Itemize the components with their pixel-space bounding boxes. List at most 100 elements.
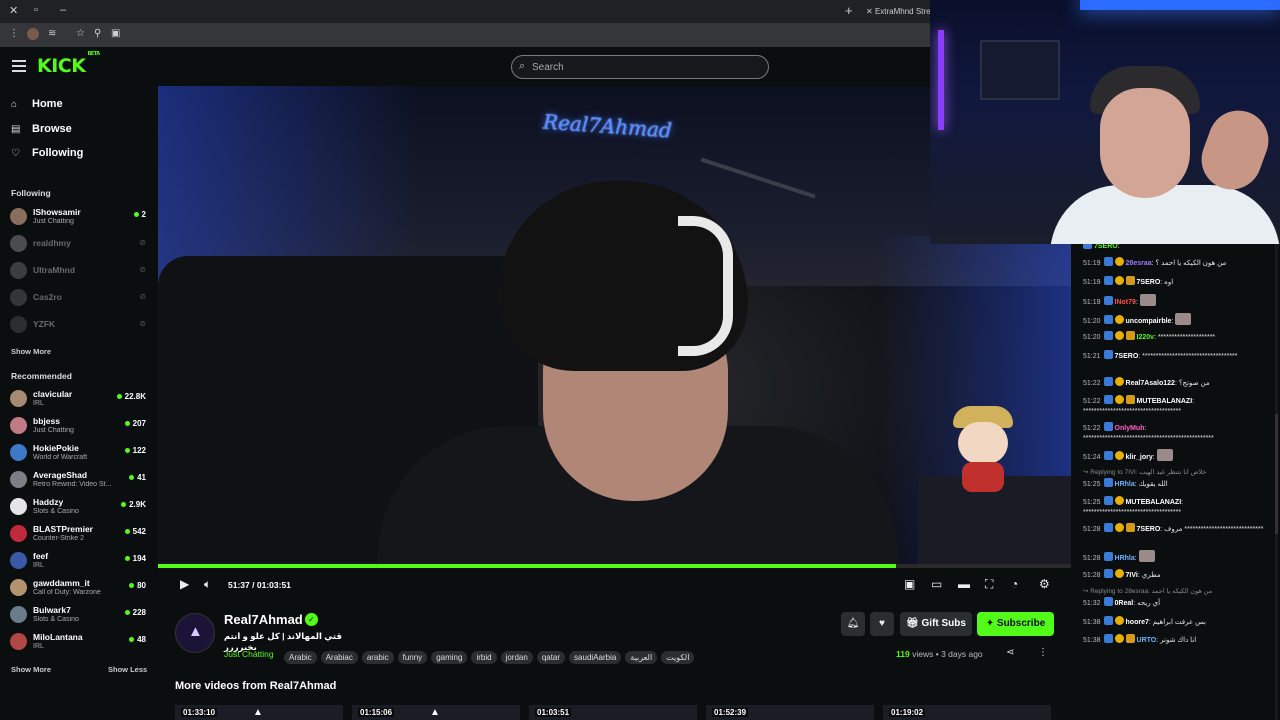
chat-username[interactable]: OnlyMuh: [1115, 425, 1145, 432]
chat-message[interactable]: 51:28 7SERO: مروف ***********************…: [1083, 523, 1273, 535]
tag-chip[interactable]: saudiAarbia: [569, 651, 622, 664]
tag-chip[interactable]: jordan: [500, 651, 533, 664]
channel-item[interactable]: bbjess Just Chatting 207: [10, 414, 150, 438]
streamer-avatar[interactable]: [175, 613, 215, 653]
chat-message[interactable]: 51:25 MUTEBALANAZI: *********************…: [1083, 496, 1273, 518]
chat-username[interactable]: HRhla: [1115, 555, 1135, 562]
chat-message[interactable]: 51:22 OnlyMuh: **************************…: [1083, 422, 1273, 444]
search-input[interactable]: [532, 59, 752, 75]
chat-message[interactable]: 51:19 28esraa: من هون الكيكه يا احمد ؟: [1083, 257, 1273, 269]
hamburger-menu-icon[interactable]: [12, 60, 26, 72]
video-thumbnail[interactable]: 01:33:10 ▲: [175, 705, 343, 720]
chat-username[interactable]: klir_jory: [1126, 454, 1153, 461]
extension-icon[interactable]: ≋: [48, 28, 56, 39]
chat-message[interactable]: 51:38 URTO: انا داك شوتر: [1083, 634, 1273, 646]
subscribe-button[interactable]: ✦ Subscribe: [977, 612, 1054, 636]
channel-item[interactable]: Cas2ro ⊘: [10, 286, 150, 310]
chat-username[interactable]: I220v: [1137, 334, 1155, 341]
nav-browse[interactable]: ▤ Browse: [11, 123, 72, 135]
chat-username[interactable]: 7SERO: [1115, 353, 1139, 360]
chat-username[interactable]: URTO: [1137, 637, 1157, 644]
chat-username[interactable]: HRhla: [1115, 481, 1135, 488]
nav-home[interactable]: ⌂ Home: [11, 98, 63, 110]
volume-icon[interactable]: 🔈︎: [204, 577, 211, 592]
chat-message[interactable]: 51:28 HRhla:: [1083, 550, 1273, 564]
chat-username[interactable]: 7SERO: [1137, 279, 1161, 286]
chat-message[interactable]: 51:28 7IVi: مطري: [1083, 568, 1273, 581]
chat-message[interactable]: 51:22 Real7Asalo122: من صوتج؟: [1083, 376, 1273, 389]
tag-chip[interactable]: Arabic: [284, 651, 317, 664]
video-thumbnail[interactable]: 01:19:02: [883, 705, 1051, 720]
tag-chip[interactable]: العربية: [625, 651, 658, 664]
profile-avatar[interactable]: [27, 28, 39, 40]
settings-gear-icon[interactable]: ⚙: [1039, 577, 1050, 591]
channel-item[interactable]: Haddzy Slots & Casino 2.9K: [10, 495, 150, 519]
show-more-following[interactable]: Show More: [11, 347, 51, 356]
chat-message[interactable]: 51:21 7SERO: ****************************…: [1083, 349, 1273, 362]
chat-username[interactable]: MUTEBALANAZI: [1126, 499, 1182, 506]
chat-username[interactable]: 28esraa: [1126, 260, 1152, 267]
tab-close-icon[interactable]: ✕: [866, 7, 873, 16]
channel-item[interactable]: BLASTPremier Counter-Strike 2 542: [10, 522, 150, 546]
channel-item[interactable]: gawddamm_it Call of Duty: Warzone 80: [10, 576, 150, 600]
clip-icon[interactable]: ▭: [931, 577, 942, 591]
chat-message[interactable]: 51:20 I220v: *********************: [1083, 331, 1273, 343]
show-more-recommended[interactable]: Show More: [11, 665, 51, 674]
fullscreen-icon[interactable]: ⛶: [985, 577, 993, 592]
minimize-window-icon[interactable]: –: [60, 4, 66, 16]
chat-message[interactable]: 51:32 0Real: أي ريحه: [1083, 597, 1273, 609]
chat-message[interactable]: 51:19 INot79:: [1083, 294, 1273, 308]
chat-username[interactable]: 7SERO: [1094, 244, 1118, 250]
gift-subs-button[interactable]: 🎁︎ Gift Subs: [900, 612, 972, 636]
nav-following[interactable]: ♡ Following: [11, 147, 83, 159]
tag-chip[interactable]: arabic: [361, 651, 394, 664]
channel-item[interactable]: clavicular IRL 22.8K: [10, 387, 150, 411]
tag-chip[interactable]: gaming: [431, 651, 468, 664]
streamer-name[interactable]: Real7Ahmad: [224, 612, 303, 627]
tag-chip[interactable]: الكويت: [661, 651, 695, 664]
channel-item[interactable]: YZFK ⊘: [10, 313, 150, 337]
show-less-recommended[interactable]: Show Less: [108, 665, 147, 674]
menu-dots-icon[interactable]: ⋮: [9, 28, 19, 39]
cast-icon[interactable]: ▣: [111, 28, 120, 39]
channel-item[interactable]: AverageShad Retro Rewind: Video St... 41: [10, 468, 150, 492]
channel-item[interactable]: feef IRL 194: [10, 549, 150, 573]
search-box[interactable]: ⌕: [511, 55, 769, 79]
theater-mode-icon[interactable]: ▬: [958, 577, 970, 591]
video-thumbnail[interactable]: 01:15:06 ▲: [352, 705, 520, 720]
speed-icon[interactable]: ◔: [1011, 577, 1018, 591]
close-window-icon[interactable]: ✕: [9, 4, 18, 17]
tag-chip[interactable]: irbid: [471, 651, 497, 664]
channel-item[interactable]: Bulwark7 Slots & Casino 228: [10, 603, 150, 627]
bookmark-star-icon[interactable]: ☆: [76, 28, 85, 39]
miniplayer-icon[interactable]: ▣: [904, 577, 915, 591]
chat-message[interactable]: 51:22 MUTEBALANAZI: *********************…: [1083, 395, 1273, 417]
chat-message[interactable]: 51:25 HRhla: الله يقويك: [1083, 477, 1273, 490]
chat-username[interactable]: INot79: [1115, 299, 1136, 306]
chat-message[interactable]: 7SERO:: [1083, 244, 1273, 252]
video-thumbnail[interactable]: 01:52:39: [706, 705, 874, 720]
chat-username[interactable]: 7SERO: [1137, 526, 1161, 533]
play-icon[interactable]: ▶: [180, 577, 189, 591]
chat-username[interactable]: MUTEBALANAZI: [1137, 398, 1193, 405]
tag-chip[interactable]: Arabiac: [320, 651, 358, 664]
channel-item[interactable]: UltraMhnd ⊘: [10, 259, 150, 283]
share-icon[interactable]: ⋖: [1006, 647, 1014, 658]
channel-item[interactable]: MiloLantana IRL 48: [10, 630, 150, 654]
video-thumbnail[interactable]: 01:03:51: [529, 705, 697, 720]
zoom-icon[interactable]: ⚲: [94, 28, 101, 39]
more-options-icon[interactable]: ⋮: [1038, 647, 1048, 658]
chat-username[interactable]: hoore7: [1126, 619, 1149, 626]
chat-username[interactable]: 0Real: [1115, 600, 1134, 607]
chat-username[interactable]: uncompairble: [1126, 318, 1172, 325]
chat-scrollbar[interactable]: [1275, 244, 1278, 720]
chat-message[interactable]: 51:20 uncompairble:: [1083, 312, 1273, 327]
channel-item[interactable]: IShowsamir Just Chatting 2: [10, 205, 150, 229]
tag-chip[interactable]: funny: [397, 651, 428, 664]
chat-username[interactable]: Real7Asalo122: [1126, 380, 1175, 387]
notification-bell-icon[interactable]: 🔔︎: [841, 612, 865, 636]
chat-message[interactable]: 51:38 hoore7: بس عرفت ابراهيم: [1083, 615, 1273, 628]
follow-heart-icon[interactable]: ♥: [870, 612, 894, 636]
chat-username[interactable]: 7IVi: [1126, 572, 1138, 579]
tag-chip[interactable]: qatar: [536, 651, 566, 664]
